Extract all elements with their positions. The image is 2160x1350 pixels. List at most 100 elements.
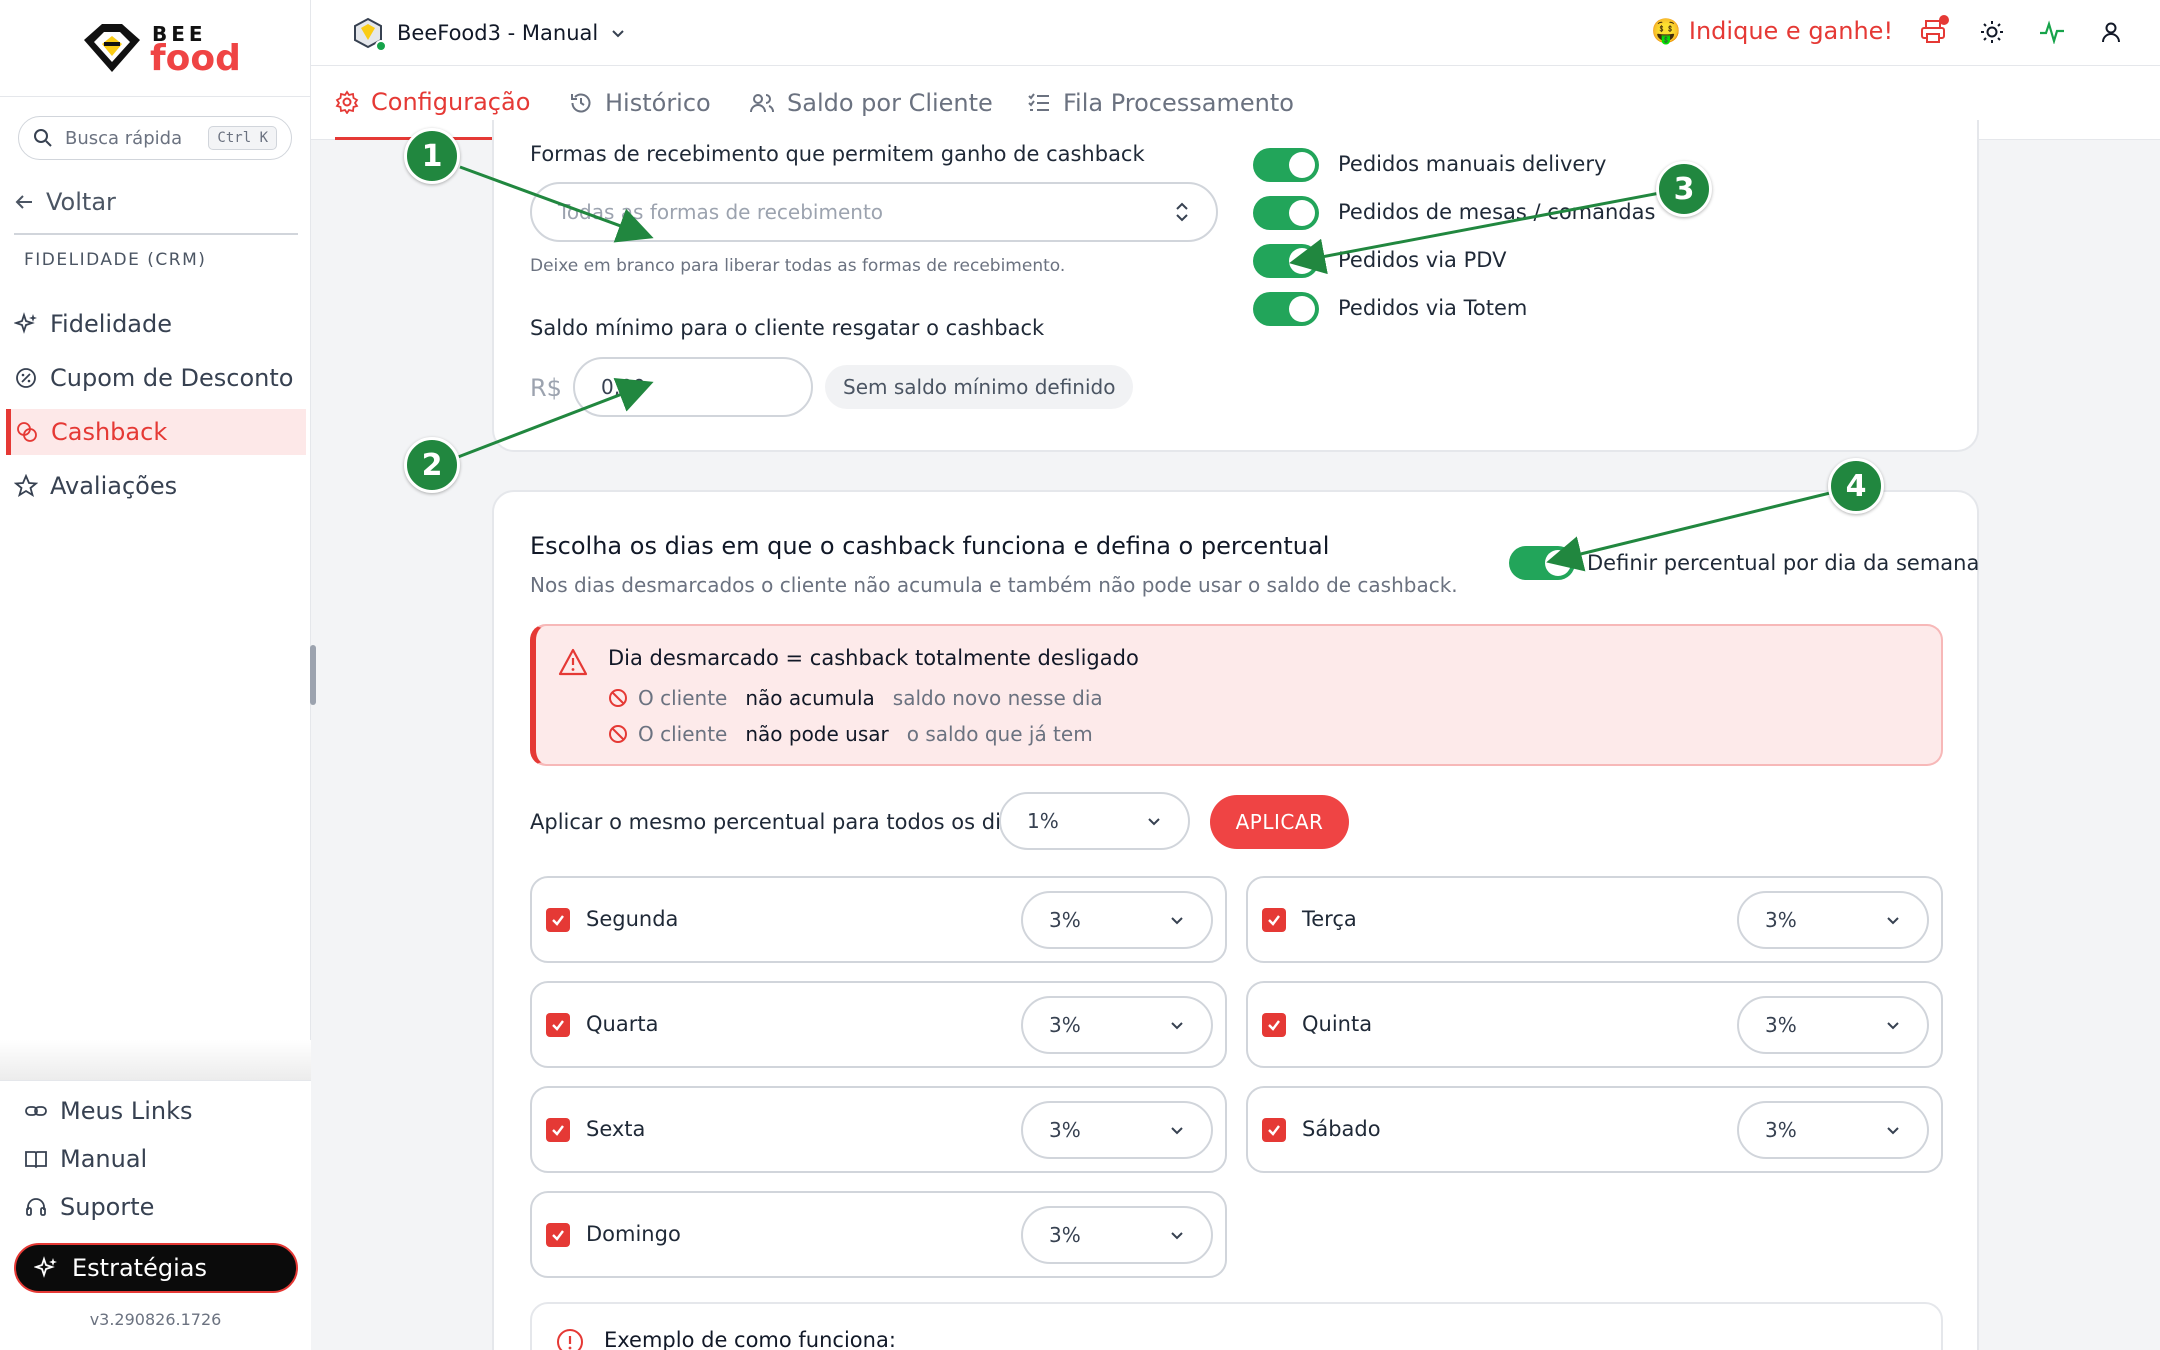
day-checkbox[interactable] bbox=[546, 1013, 570, 1037]
payment-methods-select[interactable]: Todas as formas de recebimento bbox=[530, 182, 1218, 242]
check-icon bbox=[552, 1230, 564, 1241]
store-name: BeeFood3 - Manual bbox=[397, 21, 599, 45]
store-logo bbox=[351, 16, 387, 52]
day-name: Terça bbox=[1302, 907, 1357, 931]
sidebar-item-label: Suporte bbox=[60, 1193, 155, 1221]
day-percent-value: 3% bbox=[1765, 1118, 1797, 1142]
day-row-domingo: Domingo 3% bbox=[530, 1191, 1227, 1278]
day-name: Sexta bbox=[586, 1117, 646, 1141]
annotation-badge-4: 4 bbox=[1828, 458, 1884, 514]
day-name: Quinta bbox=[1302, 1012, 1373, 1036]
day-percent-value: 3% bbox=[1049, 908, 1081, 932]
day-percent-value: 3% bbox=[1049, 1223, 1081, 1247]
activity-button[interactable] bbox=[2038, 18, 2066, 46]
sparkle-icon bbox=[34, 1256, 57, 1278]
printer-button[interactable] bbox=[1919, 15, 1949, 46]
alert-row-emphasis: não acumula bbox=[745, 686, 875, 710]
day-checkbox[interactable] bbox=[1262, 1118, 1286, 1142]
alert-row-use: O cliente não pode usar o saldo que já t… bbox=[608, 722, 1093, 746]
day-percent-select[interactable]: 3% bbox=[1021, 1101, 1213, 1159]
apply-button[interactable]: APLICAR bbox=[1210, 795, 1349, 849]
history-icon bbox=[571, 93, 591, 113]
day-row-segunda: Segunda 3% bbox=[530, 876, 1227, 963]
app-version: v3.290826.1726 bbox=[89, 1310, 222, 1329]
apply-all-percent-select[interactable]: 1% bbox=[999, 792, 1190, 850]
ban-icon bbox=[609, 725, 627, 743]
apply-all-value: 1% bbox=[1027, 809, 1059, 833]
sidebar-item-label: Cashback bbox=[51, 418, 168, 446]
profile-button[interactable] bbox=[2097, 18, 2125, 46]
check-icon bbox=[1268, 1125, 1280, 1136]
day-percent-select[interactable]: 3% bbox=[1021, 1206, 1213, 1264]
toggle-delivery[interactable] bbox=[1253, 148, 1319, 182]
day-checkbox[interactable] bbox=[546, 908, 570, 932]
day-row-sabado: Sábado 3% bbox=[1246, 1086, 1943, 1173]
quick-search[interactable]: Busca rápida Ctrl K bbox=[18, 116, 292, 160]
chevron-down-icon bbox=[1887, 917, 1899, 925]
sidebar-item-label: Manual bbox=[60, 1145, 148, 1173]
day-checkbox[interactable] bbox=[546, 1223, 570, 1247]
day-checkbox[interactable] bbox=[1262, 1013, 1286, 1037]
day-percent-select[interactable]: 3% bbox=[1737, 1101, 1929, 1159]
toggle-totem-label: Pedidos via Totem bbox=[1338, 296, 1528, 320]
warning-triangle-icon bbox=[558, 648, 588, 676]
users-icon bbox=[750, 94, 774, 113]
chevron-down-icon bbox=[1171, 1127, 1183, 1135]
sidebar-item-manual[interactable]: Manual bbox=[24, 1145, 147, 1173]
toggle-mesas[interactable] bbox=[1253, 196, 1319, 230]
beefood-logo[interactable]: BEE food bbox=[80, 20, 241, 80]
theme-toggle-button[interactable] bbox=[1978, 18, 2006, 46]
sidebar-item-label: Fidelidade bbox=[50, 310, 173, 338]
search-icon bbox=[34, 129, 52, 147]
min-balance-badge: Sem saldo mínimo definido bbox=[825, 365, 1134, 409]
day-percent-value: 3% bbox=[1049, 1013, 1081, 1037]
chevron-up-down-icon bbox=[1176, 202, 1188, 222]
headset-icon bbox=[26, 1198, 46, 1216]
arrow-left-icon bbox=[15, 195, 32, 209]
search-placeholder: Busca rápida bbox=[65, 127, 183, 149]
day-percent-value: 3% bbox=[1765, 1013, 1797, 1037]
day-checkbox[interactable] bbox=[546, 1118, 570, 1142]
example-title: Exemplo de como funciona: bbox=[604, 1328, 896, 1350]
refer-and-earn-link[interactable]: 🤑 Indique e ganhe! bbox=[1651, 17, 1893, 45]
strategies-button[interactable]: Estratégias bbox=[14, 1243, 298, 1293]
sidebar-item-cashback[interactable]: Cashback bbox=[6, 409, 306, 455]
toggle-pdv-label: Pedidos via PDV bbox=[1338, 248, 1507, 272]
toggle-per-day-percent[interactable] bbox=[1509, 546, 1575, 580]
chevron-down-icon bbox=[612, 30, 624, 38]
day-percent-select[interactable]: 3% bbox=[1021, 891, 1213, 949]
tab-label: Configuração bbox=[371, 87, 531, 116]
example-box: Exemplo de como funciona: bbox=[530, 1302, 1943, 1350]
day-percent-select[interactable]: 3% bbox=[1021, 996, 1213, 1054]
back-underline bbox=[14, 233, 298, 235]
check-icon bbox=[552, 915, 564, 926]
sidebar-item-label: Cupom de Desconto bbox=[50, 364, 294, 392]
sidebar-resize-handle[interactable] bbox=[310, 645, 316, 705]
sidebar-item-avaliacoes[interactable]: Avaliações bbox=[6, 463, 306, 509]
refer-label: Indique e ganhe! bbox=[1688, 17, 1894, 45]
toggle-pdv[interactable] bbox=[1253, 244, 1319, 278]
money-face-icon: 🤑 bbox=[1651, 17, 1681, 45]
strategies-label: Estratégias bbox=[72, 1254, 207, 1282]
toggle-mesas-label: Pedidos de mesas / comandas bbox=[1338, 200, 1656, 224]
day-percent-select[interactable]: 3% bbox=[1737, 996, 1929, 1054]
day-checkbox[interactable] bbox=[1262, 908, 1286, 932]
sidebar-item-fidelidade[interactable]: Fidelidade bbox=[6, 301, 306, 347]
alert-title: Dia desmarcado = cashback totalmente des… bbox=[608, 646, 1139, 670]
sidebar-item-meus-links[interactable]: Meus Links bbox=[24, 1097, 192, 1125]
day-name: Sábado bbox=[1302, 1117, 1381, 1141]
chevron-down-icon bbox=[1887, 1022, 1899, 1030]
day-percent-select[interactable]: 3% bbox=[1737, 891, 1929, 949]
book-icon bbox=[25, 1151, 47, 1169]
days-card-title: Escolha os dias em que o cashback funcio… bbox=[530, 532, 1330, 560]
min-balance-input[interactable]: 0,00 bbox=[573, 357, 813, 417]
back-link[interactable]: Voltar bbox=[14, 188, 116, 216]
sidebar-item-cupom[interactable]: Cupom de Desconto bbox=[6, 355, 306, 401]
toggle-totem[interactable] bbox=[1253, 292, 1319, 326]
store-selector[interactable]: BeeFood3 - Manual bbox=[351, 16, 626, 52]
back-label: Voltar bbox=[46, 188, 116, 216]
sidebar-item-suporte[interactable]: Suporte bbox=[24, 1193, 154, 1221]
day-row-quarta: Quarta 3% bbox=[530, 981, 1227, 1068]
payment-methods-placeholder: Todas as formas de recebimento bbox=[558, 200, 884, 224]
min-balance-value: 0,00 bbox=[601, 375, 646, 399]
